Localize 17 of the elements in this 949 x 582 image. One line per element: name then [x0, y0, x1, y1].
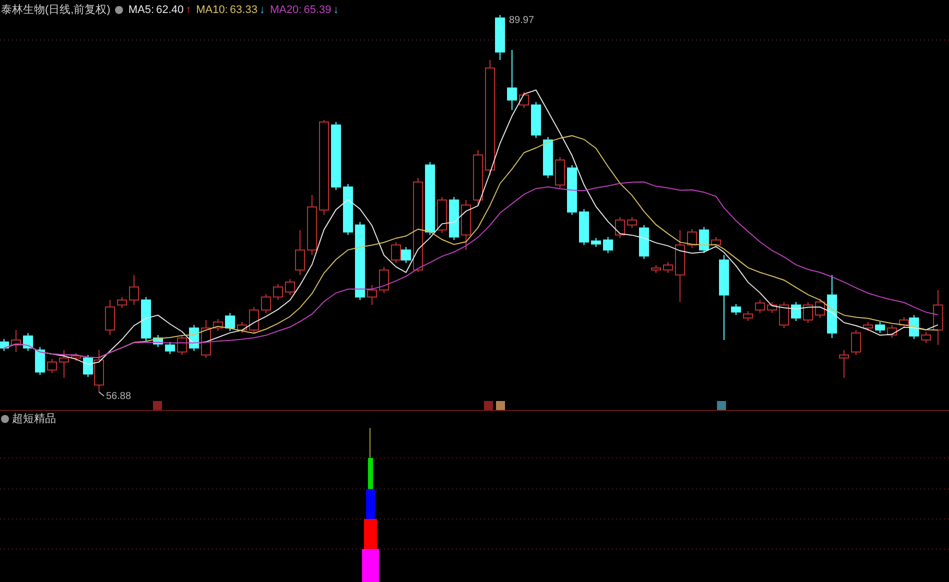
- price-marker-icon: [496, 401, 505, 410]
- indicator-value: 63.33: [230, 3, 258, 18]
- trend-arrow: ↓: [333, 3, 339, 18]
- indicator-title: 超短精品: [12, 412, 56, 427]
- indicator-label: MA5:: [128, 3, 154, 18]
- chart-title: 泰林生物(日线,前复权): [1, 3, 110, 18]
- indicator-value: 65.39: [304, 3, 332, 18]
- indicator-label: MA10:: [196, 3, 228, 18]
- price-marker-icon: [153, 401, 162, 410]
- price-marker-icon: [484, 401, 493, 410]
- trend-arrow: ↑: [186, 3, 192, 18]
- high-price-label: 89.97: [509, 14, 534, 28]
- indicator-label: MA20:: [270, 3, 302, 18]
- trend-arrow: ↓: [259, 3, 265, 18]
- price-marker-icon: [717, 401, 726, 410]
- low-price-label: 56.88: [106, 390, 132, 404]
- indicator-value: 62.40: [156, 3, 184, 18]
